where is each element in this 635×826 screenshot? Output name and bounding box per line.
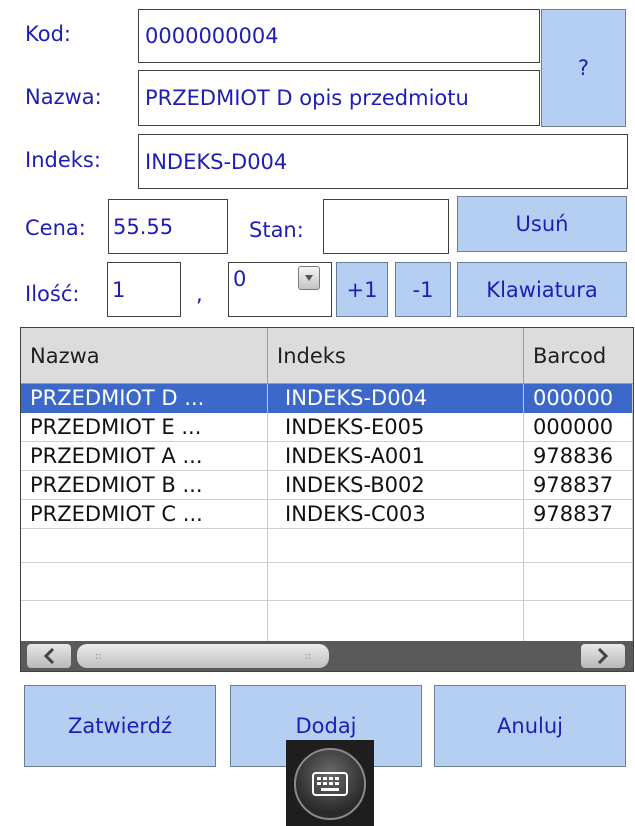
decimal-separator: , — [196, 282, 203, 306]
scroll-right-icon[interactable] — [581, 644, 625, 668]
table-row[interactable]: PRZEDMIOT D ... INDEKS-D004 000000 — [21, 384, 633, 413]
empty-cell — [21, 563, 268, 601]
kod-label: Kod: — [25, 22, 71, 46]
nazwa-field[interactable]: PRZEDMIOT D opis przedmiotu — [138, 70, 540, 126]
nazwa-label: Nazwa: — [25, 85, 102, 109]
empty-row — [21, 529, 633, 563]
cell-nazwa: PRZEDMIOT D ... — [21, 384, 268, 413]
column-header-indeks[interactable]: Indeks — [268, 328, 524, 384]
cena-label: Cena: — [25, 216, 86, 240]
empty-cell — [268, 563, 524, 601]
cell-barcode: 978837 — [524, 471, 633, 500]
cell-indeks: INDEKS-B002 — [268, 471, 524, 500]
kod-field[interactable]: 0000000004 — [138, 9, 540, 63]
empty-cell — [524, 601, 633, 641]
empty-cell — [268, 601, 524, 641]
increment-button[interactable]: +1 — [336, 262, 388, 317]
cell-barcode: 978837 — [524, 500, 633, 529]
confirm-button[interactable]: Zatwierdź — [24, 685, 216, 767]
cancel-button[interactable]: Anuluj — [434, 685, 626, 767]
delete-button[interactable]: Usuń — [457, 196, 627, 252]
cell-barcode: 978836 — [524, 442, 633, 471]
keyboard-icon — [294, 748, 366, 820]
keyboard-toggle[interactable] — [286, 740, 374, 826]
cell-barcode: 000000 — [524, 384, 633, 413]
column-header-nazwa[interactable]: Nazwa — [21, 328, 268, 384]
spinner-down-icon[interactable] — [298, 266, 320, 290]
empty-cell — [21, 601, 268, 641]
indeks-field[interactable]: INDEKS-D004 — [138, 134, 628, 189]
cell-nazwa: PRZEDMIOT B ... — [21, 471, 268, 500]
cell-nazwa: PRZEDMIOT C ... — [21, 500, 268, 529]
empty-row — [21, 563, 633, 601]
cell-nazwa: PRZEDMIOT E ... — [21, 413, 268, 442]
cena-field[interactable]: 55.55 — [108, 199, 228, 254]
table-row[interactable]: PRZEDMIOT C ... INDEKS-C003 978837 — [21, 500, 633, 529]
keyboard-button[interactable]: Klawiatura — [457, 262, 627, 317]
empty-cell — [524, 563, 633, 601]
table-row[interactable]: PRZEDMIOT A ... INDEKS-A001 978836 — [21, 442, 633, 471]
cell-indeks: INDEKS-E005 — [268, 413, 524, 442]
cell-indeks: INDEKS-C003 — [268, 500, 524, 529]
cell-nazwa: PRZEDMIOT A ... — [21, 442, 268, 471]
empty-row — [21, 601, 633, 641]
scrollbar-thumb[interactable]: :::: — [77, 644, 329, 668]
help-button[interactable]: ? — [541, 9, 626, 127]
empty-cell — [268, 529, 524, 563]
decrement-button[interactable]: -1 — [395, 262, 451, 317]
cell-barcode: 000000 — [524, 413, 633, 442]
ilosc-label: Ilość: — [25, 282, 80, 306]
cell-indeks: INDEKS-D004 — [268, 384, 524, 413]
quantity-fraction-value: 0 — [233, 267, 247, 291]
scroll-left-icon[interactable] — [27, 644, 71, 668]
table-row[interactable]: PRZEDMIOT E ... INDEKS-E005 000000 — [21, 413, 633, 442]
cell-indeks: INDEKS-A001 — [268, 442, 524, 471]
quantity-integer-field[interactable]: 1 — [107, 262, 181, 317]
items-grid[interactable]: Nazwa Indeks Barcod PRZEDMIOT D ... INDE… — [20, 327, 634, 672]
indeks-label: Indeks: — [25, 148, 101, 172]
empty-cell — [524, 529, 633, 563]
stan-label: Stan: — [249, 218, 304, 242]
horizontal-scrollbar[interactable]: :::: — [21, 641, 633, 671]
stan-field[interactable] — [323, 199, 449, 254]
table-row[interactable]: PRZEDMIOT B ... INDEKS-B002 978837 — [21, 471, 633, 500]
column-header-barcode[interactable]: Barcod — [524, 328, 633, 384]
empty-cell — [21, 529, 268, 563]
